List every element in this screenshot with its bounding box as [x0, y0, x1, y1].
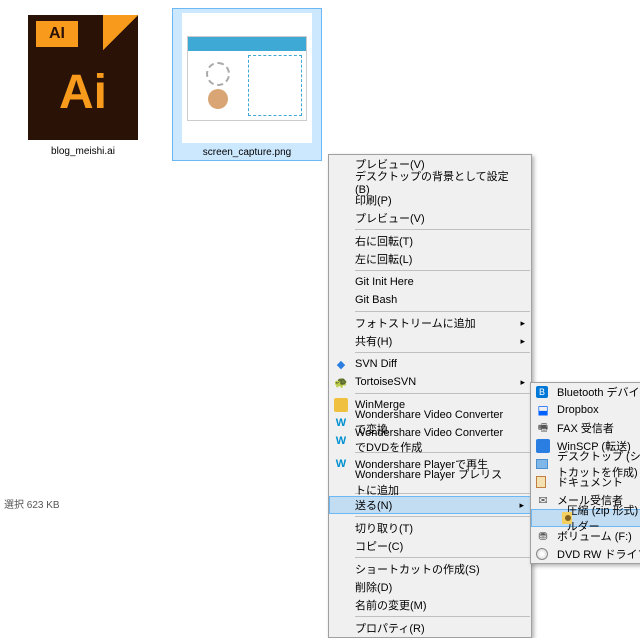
menu-item[interactable]: フォトストリームに追加 ▸	[329, 314, 531, 332]
ai-file-icon: AI Ai	[28, 15, 138, 140]
file-thumb-ai: AI Ai	[18, 12, 148, 142]
menu-item[interactable]: 名前の変更(M)	[329, 596, 531, 614]
menu-item[interactable]: プレビュー(V)	[329, 209, 531, 227]
menu-item-label: 削除(D)	[355, 579, 392, 595]
menu-item[interactable]: ショートカットの作成(S)	[329, 560, 531, 578]
submenu-item[interactable]: ⬓ Dropbox	[531, 401, 640, 419]
file-label: blog_meishi.ai	[8, 144, 158, 159]
menu-separator	[355, 393, 530, 394]
ws-icon: W	[334, 416, 348, 430]
winmerge-icon	[334, 398, 348, 412]
submenu-item-label: Dropbox	[557, 404, 599, 416]
submenu-arrow-icon: ▸	[519, 500, 524, 511]
submenu-arrow-icon: ▸	[520, 318, 525, 329]
menu-item-label: Wondershare Video ConverterでDVDを作成	[355, 427, 513, 455]
submenu-item-label: Bluetooth デバイス	[557, 384, 640, 400]
menu-item[interactable]: 共有(H) ▸	[329, 332, 531, 350]
menu-item[interactable]: WWondershare Video ConverterでDVDを作成	[329, 432, 531, 450]
menu-item[interactable]: Wondershare Player プレリストに追加	[329, 473, 531, 491]
menu-item[interactable]: 切り取り(T)	[329, 519, 531, 537]
menu-item[interactable]: 印刷(P)	[329, 191, 531, 209]
submenu-item-label: ドキュメント	[557, 474, 623, 490]
file-png[interactable]: screen_capture.png	[172, 8, 322, 161]
menu-item-label: 名前の変更(M)	[355, 597, 427, 613]
menu-item-label: ショートカットの作成(S)	[355, 561, 480, 577]
ws-icon: W	[334, 457, 348, 471]
menu-item-label: 切り取り(T)	[355, 520, 413, 536]
menu-item[interactable]: 送る(N) ▸	[329, 496, 531, 514]
menu-separator	[355, 270, 530, 271]
mail-icon: ✉	[536, 493, 550, 507]
png-preview	[187, 36, 307, 121]
png-thumb-body	[188, 51, 306, 120]
submenu-item[interactable]: B Bluetooth デバイス	[531, 383, 640, 401]
menu-item[interactable]: コピー(C)	[329, 537, 531, 555]
submenu-item-label: FAX 受信者	[557, 420, 614, 436]
submenu-item[interactable]: ⛃ ボリューム (F:)	[531, 527, 640, 545]
menu-item[interactable]: 🐢 TortoiseSVN ▸	[329, 373, 531, 391]
svn-icon: ◆	[334, 357, 348, 371]
ai-text: Ai	[28, 65, 138, 120]
submenu-item-label: DVD RW ドライブ (H:)	[557, 546, 640, 562]
menu-item[interactable]: プロパティ(R)	[329, 619, 531, 637]
doc-icon	[536, 476, 546, 488]
ai-badge: AI	[36, 21, 78, 47]
menu-separator	[355, 352, 530, 353]
menu-separator	[355, 229, 530, 230]
status-bar: 選択 623 KB	[0, 494, 64, 513]
dropbox-icon: ⬓	[536, 403, 550, 417]
submenu-item-label: ボリューム (F:)	[557, 528, 632, 544]
menu-item[interactable]: ◆ SVN Diff	[329, 355, 531, 373]
menu-item[interactable]: Git Bash	[329, 291, 531, 309]
context-menu[interactable]: プレビュー(V)デスクトップの背景として設定(B)印刷(P)プレビュー(V)右に…	[328, 154, 532, 638]
menu-item-label: フォトストリームに追加	[355, 315, 476, 331]
submenu-item[interactable]: ドキュメント	[531, 473, 640, 491]
submenu-item[interactable]: 圧縮 (zip 形式) フォルダー	[531, 509, 640, 527]
fax-icon: 🖷	[536, 421, 550, 435]
tortoise-icon: 🐢	[334, 375, 348, 389]
file-ai[interactable]: AI Ai blog_meishi.ai	[8, 8, 158, 159]
menu-item-label: 送る(N)	[355, 497, 392, 513]
menu-separator	[355, 311, 530, 312]
menu-item-label: プロパティ(R)	[355, 620, 425, 636]
file-label: screen_capture.png	[173, 145, 321, 160]
menu-item[interactable]: デスクトップの背景として設定(B)	[329, 173, 531, 191]
submenu-item[interactable]: デスクトップ (ショートカットを作成)	[531, 455, 640, 473]
dvd-icon	[536, 548, 548, 560]
menu-item-label: 左に回転(L)	[355, 251, 412, 267]
menu-item-label: SVN Diff	[355, 358, 397, 370]
menu-separator	[355, 516, 530, 517]
menu-item-label: TortoiseSVN	[355, 376, 416, 388]
zip-icon	[562, 512, 572, 524]
menu-item-label: プレビュー(V)	[355, 210, 425, 226]
vol-icon: ⛃	[536, 529, 550, 543]
desktop-icon	[536, 459, 548, 469]
menu-item-label: コピー(C)	[355, 538, 403, 554]
ws-icon: W	[334, 434, 348, 448]
menu-separator	[355, 616, 530, 617]
menu-item-label: 印刷(P)	[355, 192, 392, 208]
submenu-arrow-icon: ▸	[520, 377, 525, 388]
menu-item-label: Git Init Here	[355, 276, 414, 288]
menu-separator	[355, 557, 530, 558]
menu-item[interactable]: 右に回転(T)	[329, 232, 531, 250]
submenu-item[interactable]: 🖷 FAX 受信者	[531, 419, 640, 437]
menu-item-label: Git Bash	[355, 294, 397, 306]
submenu-arrow-icon: ▸	[520, 336, 525, 347]
submenu-item[interactable]: DVD RW ドライブ (H:)	[531, 545, 640, 563]
winscp-icon	[536, 439, 550, 453]
bt-icon: B	[536, 386, 548, 398]
png-thumb-header	[188, 37, 306, 51]
menu-item-label: 共有(H)	[355, 333, 392, 349]
send-to-submenu[interactable]: BBluetooth デバイス⬓Dropbox🖷FAX 受信者WinSCP (転…	[530, 382, 640, 564]
menu-item[interactable]: 削除(D)	[329, 578, 531, 596]
menu-item-label: 右に回転(T)	[355, 233, 413, 249]
menu-item[interactable]: Git Init Here	[329, 273, 531, 291]
menu-item-label: Wondershare Player プレリストに追加	[355, 466, 513, 498]
menu-item[interactable]: 左に回転(L)	[329, 250, 531, 268]
file-thumb-png	[182, 13, 312, 143]
